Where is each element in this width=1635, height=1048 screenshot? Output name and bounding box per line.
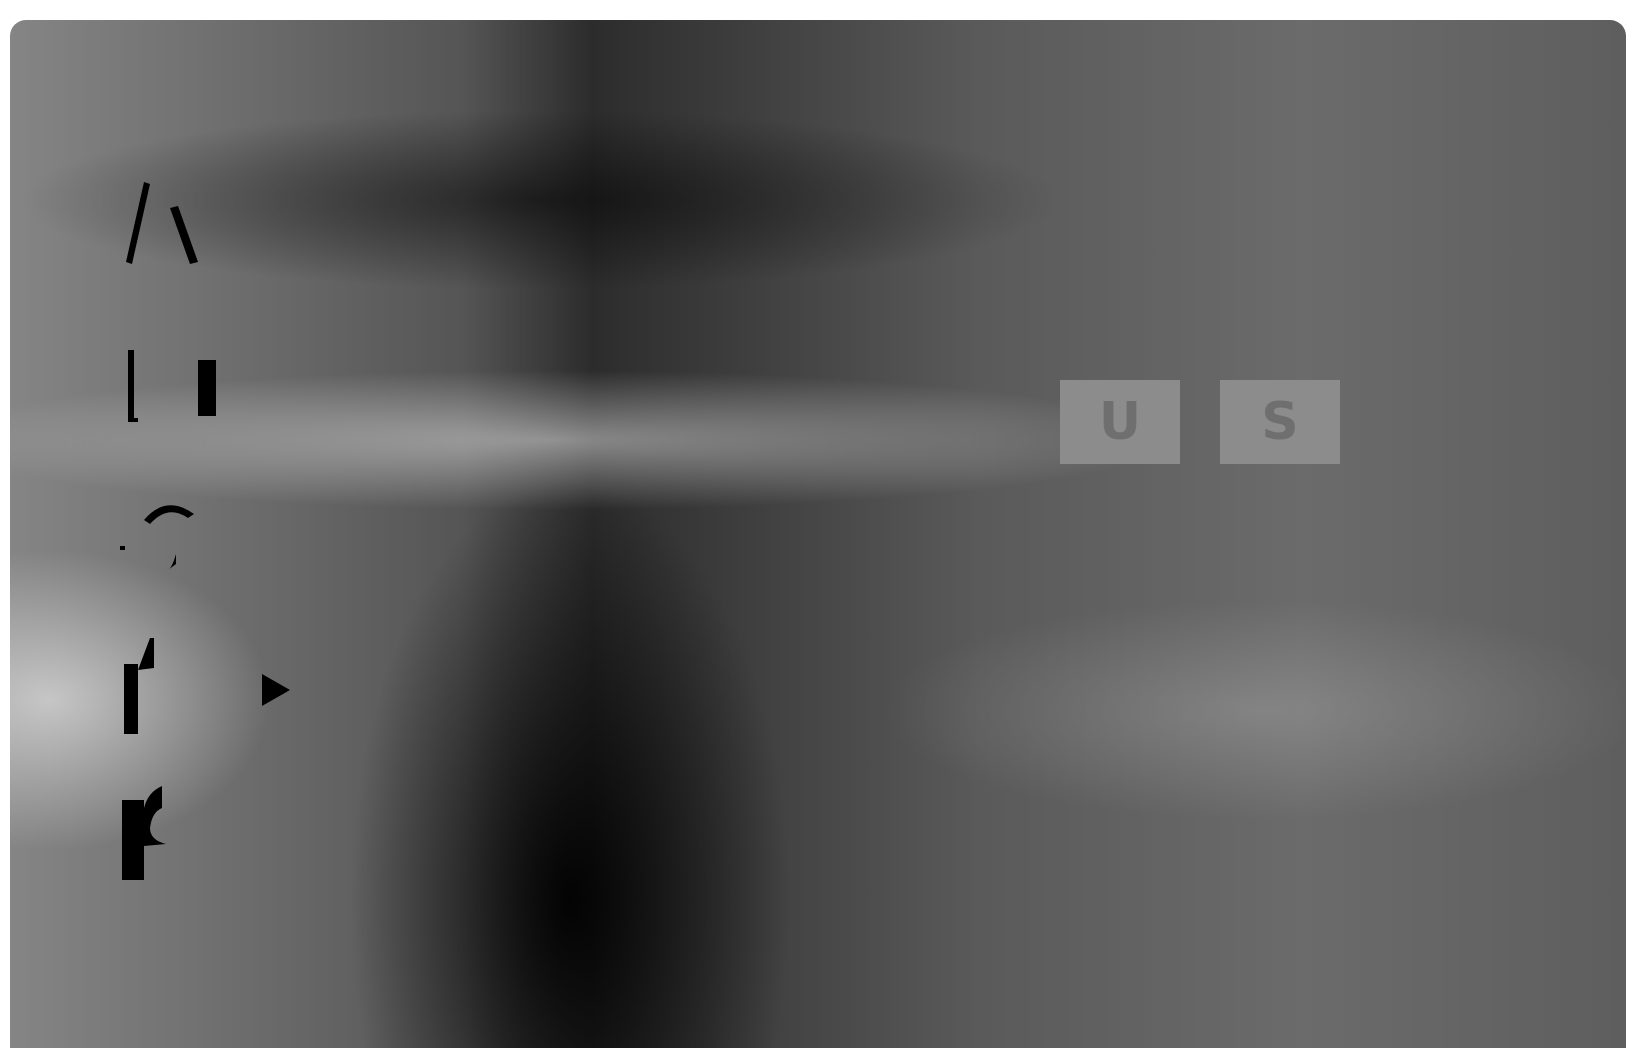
subtitle-icon <box>110 340 220 430</box>
option-s-button[interactable]: S <box>1220 380 1340 464</box>
parental-icon <box>110 780 210 890</box>
option-panel: U S <box>1060 380 1340 464</box>
menu-item-rating[interactable] <box>110 620 230 750</box>
menu-item-disc-menu[interactable] <box>110 470 230 600</box>
menu-item-audio[interactable] <box>110 160 230 290</box>
menu-icon <box>110 490 210 580</box>
rating-icon <box>110 630 210 740</box>
setup-menu <box>110 160 330 920</box>
dvd-setup-screen: U S <box>10 20 1626 1048</box>
option-u-button[interactable]: U <box>1060 380 1180 464</box>
audio-icon <box>110 170 210 280</box>
menu-item-parental[interactable] <box>110 770 230 900</box>
menu-item-subtitle[interactable] <box>110 320 230 450</box>
selection-arrow-icon <box>260 670 300 710</box>
